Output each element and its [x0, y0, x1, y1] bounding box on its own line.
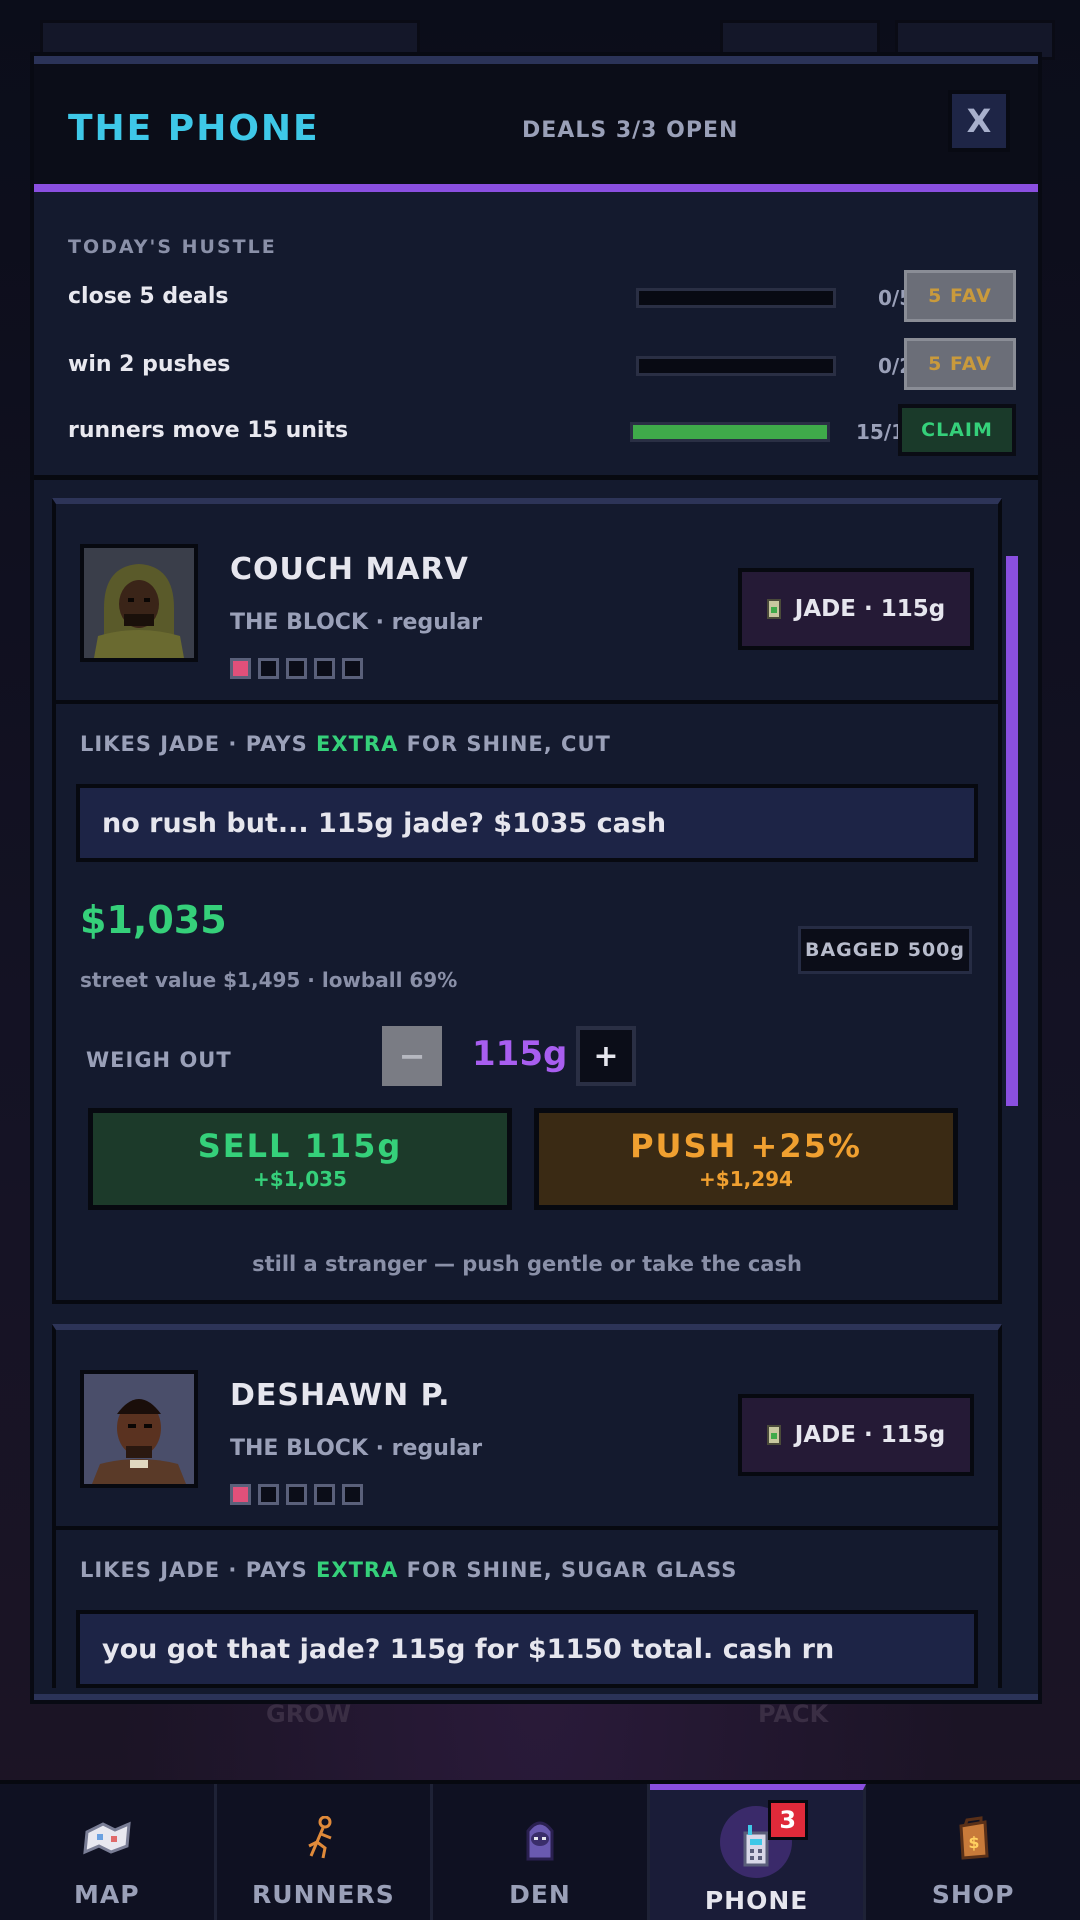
phone-title: THE PHONE [68, 108, 320, 149]
task-reward-button[interactable]: 5 FAV [904, 270, 1016, 322]
customer-location: THE BLOCK · regular [230, 1436, 483, 1461]
nav-label: RUNNERS [252, 1880, 395, 1909]
customer-avatar [80, 1370, 198, 1488]
deal-hint: still a stranger — push gentle or take t… [252, 1252, 802, 1276]
task-label: close 5 deals [68, 284, 229, 309]
claim-button[interactable]: CLAIM [898, 404, 1016, 456]
customer-message: you got that jade? 115g for $1150 total.… [76, 1610, 978, 1688]
hustle-task: win 2 pushes 0/2 5 FAV [68, 338, 1016, 394]
bagged-badge: BAGGED 500g [798, 926, 972, 974]
relationship-pips [230, 1484, 363, 1505]
customer-preferences: LIKES JADE · PAYS EXTRA FOR SHINE, SUGAR… [80, 1558, 737, 1582]
svg-text:$: $ [969, 1833, 980, 1852]
relationship-pips [230, 658, 363, 679]
nav-label: PHONE [704, 1886, 809, 1915]
relationship-pip [286, 658, 307, 679]
notification-badge: 3 [767, 1800, 808, 1840]
relationship-pip [286, 1484, 307, 1505]
street-value: street value $1,495 · lowball 69% [80, 968, 458, 992]
product-tag: JADE · 115g [738, 1394, 974, 1476]
hustle-title: TODAY'S HUSTLE [68, 236, 277, 258]
likes-extra: EXTRA [316, 732, 399, 756]
panel-top-bar [34, 56, 1038, 64]
nav-label: SHOP [931, 1880, 1015, 1909]
nav-phone[interactable]: 3 PHONE [649, 1784, 867, 1920]
deals-status: DEALS 3/3 OPEN [522, 118, 739, 143]
relationship-pip [314, 658, 335, 679]
hustle-task: runners move 15 units 15/15 CLAIM [68, 404, 1016, 460]
den-icon [516, 1814, 564, 1862]
close-button[interactable]: X [948, 90, 1010, 152]
runner-icon [299, 1814, 347, 1862]
nav-den[interactable]: DEN [433, 1784, 650, 1920]
customer-header: DESHAWN P. THE BLOCK · regular JADE · 11… [56, 1330, 998, 1530]
sell-label: SELL 115g [197, 1127, 403, 1165]
nav-label: DEN [509, 1880, 571, 1909]
relationship-pip [258, 658, 279, 679]
task-progress-bar [636, 288, 836, 308]
customer-preferences: LIKES JADE · PAYS EXTRA FOR SHINE, CUT [80, 732, 611, 756]
customer-message: no rush but... 115g jade? $1035 cash [76, 784, 978, 862]
task-label: runners move 15 units [68, 418, 349, 443]
relationship-pip [314, 1484, 335, 1505]
relationship-pip [342, 1484, 363, 1505]
customer-header: COUCH MARV THE BLOCK · regular JADE · 11… [56, 504, 998, 704]
product-label: JADE · 115g [794, 596, 946, 622]
likes-extra: EXTRA [316, 1558, 399, 1582]
task-progress-bar [630, 422, 830, 442]
increase-weight-button[interactable]: + [576, 1026, 636, 1086]
likes-suffix: FOR SHINE, SUGAR GLASS [398, 1558, 738, 1582]
bottom-nav: MAP RUNNERS DEN 3 PHONE $ SHOP [0, 1780, 1080, 1920]
relationship-pip [258, 1484, 279, 1505]
decrease-weight-button[interactable]: − [382, 1026, 442, 1086]
relationship-pip [230, 658, 251, 679]
nav-label: MAP [74, 1880, 140, 1909]
product-tag: JADE · 115g [738, 568, 974, 650]
task-reward-button[interactable]: 5 FAV [904, 338, 1016, 390]
customer-location: THE BLOCK · regular [230, 610, 483, 635]
phone-header: THE PHONE DEALS 3/3 OPEN X [34, 64, 1038, 192]
relationship-pip [230, 1484, 251, 1505]
deals-list[interactable]: COUCH MARV THE BLOCK · regular JADE · 11… [52, 498, 1022, 1688]
likes-prefix: LIKES JADE · PAYS [80, 732, 317, 756]
customer-name: DESHAWN P. [230, 1378, 451, 1413]
sell-amount: +$1,035 [253, 1167, 347, 1191]
task-progress-bar [636, 356, 836, 376]
background-grow-label: GROW [266, 1700, 352, 1728]
likes-suffix: FOR SHINE, CUT [398, 732, 611, 756]
product-label: JADE · 115g [794, 1422, 946, 1448]
likes-prefix: LIKES JADE · PAYS [80, 1558, 317, 1582]
phone-panel: THE PHONE DEALS 3/3 OPEN X TODAY'S HUSTL… [30, 52, 1042, 1704]
customer-name: COUCH MARV [230, 552, 469, 587]
scrollbar-thumb[interactable] [1006, 556, 1018, 1106]
weight-value: 115g [472, 1034, 568, 1074]
push-amount: +$1,294 [699, 1167, 793, 1191]
weigh-out-label: WEIGH OUT [86, 1048, 232, 1072]
task-label: win 2 pushes [68, 352, 231, 377]
jar-icon [766, 599, 781, 619]
todays-hustle: TODAY'S HUSTLE close 5 deals 0/5 5 FAV w… [34, 200, 1038, 480]
nav-runners[interactable]: RUNNERS [217, 1784, 434, 1920]
push-button[interactable]: PUSH +25% +$1,294 [534, 1108, 958, 1210]
push-label: PUSH +25% [630, 1127, 862, 1165]
background-pack-label: PACK [758, 1700, 829, 1728]
relationship-pip [342, 658, 363, 679]
hustle-task: close 5 deals 0/5 5 FAV [68, 270, 1016, 326]
map-icon [83, 1814, 131, 1862]
customer-avatar [80, 544, 198, 662]
deal-card: DESHAWN P. THE BLOCK · regular JADE · 11… [52, 1324, 1002, 1688]
nav-shop[interactable]: $ SHOP [866, 1784, 1080, 1920]
jar-icon [766, 1425, 781, 1445]
offer-amount: $1,035 [80, 898, 227, 942]
nav-map[interactable]: MAP [0, 1784, 217, 1920]
shop-icon: $ [949, 1814, 997, 1862]
deal-card: COUCH MARV THE BLOCK · regular JADE · 11… [52, 498, 1002, 1304]
sell-button[interactable]: SELL 115g +$1,035 [88, 1108, 512, 1210]
